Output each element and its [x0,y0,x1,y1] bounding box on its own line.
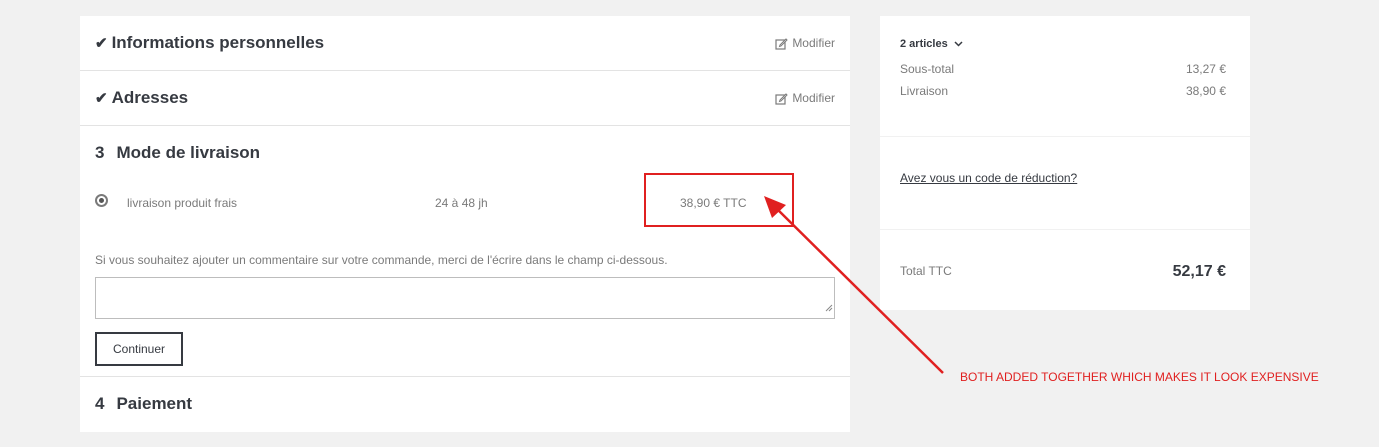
annotation-text: BOTH ADDED TOGETHER WHICH MAKES IT LOOK … [960,370,1319,384]
